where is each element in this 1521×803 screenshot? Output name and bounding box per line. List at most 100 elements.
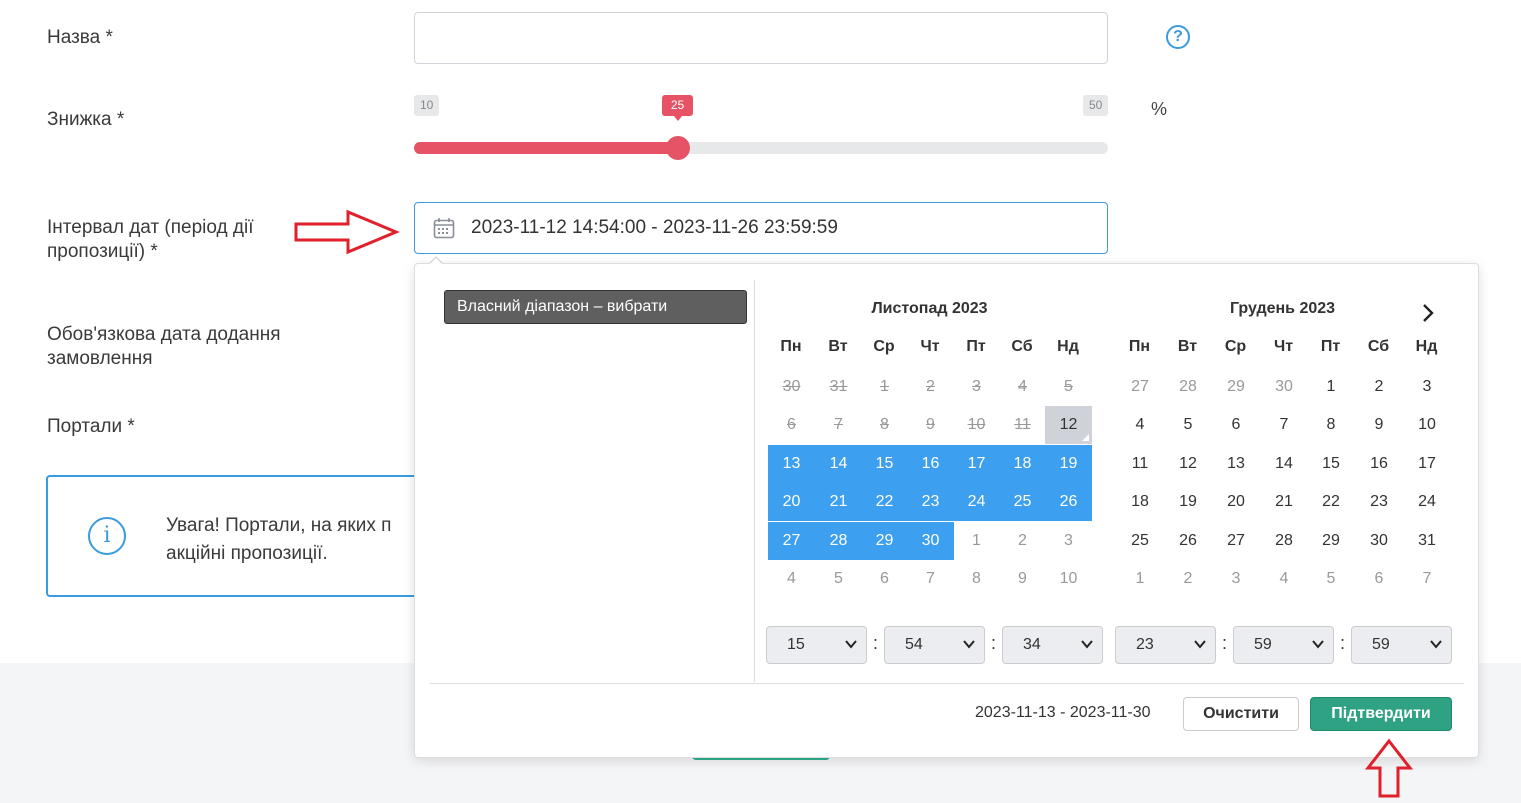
picker-divider-horizontal xyxy=(430,683,1464,684)
calendar-day[interactable]: 3 xyxy=(1045,522,1092,560)
calendar-day[interactable]: 27 xyxy=(1116,368,1164,406)
calendar-day[interactable]: 15 xyxy=(1307,445,1355,483)
calendar-day: 5 xyxy=(1064,378,1073,395)
calendar-day[interactable]: 29 xyxy=(1307,522,1355,560)
calendar-day[interactable]: 25 xyxy=(1116,522,1164,560)
slider-value-bubble: 25 xyxy=(662,95,693,121)
calendar-day[interactable]: 11 xyxy=(1116,445,1164,483)
calendar-day[interactable]: 25 xyxy=(999,483,1046,521)
calendar-day[interactable]: 28 xyxy=(1260,522,1308,560)
calendar-day[interactable]: 15 xyxy=(861,445,908,483)
calendar-day[interactable]: 5 xyxy=(1307,560,1355,598)
weekday-header: Ср xyxy=(873,338,895,355)
start-second-select[interactable]: 34 xyxy=(1002,626,1103,664)
calendar-day[interactable]: 20 xyxy=(1212,483,1260,521)
end-second-select[interactable]: 59 xyxy=(1351,626,1452,664)
calendar-day[interactable]: 5 xyxy=(1164,406,1212,444)
name-input[interactable] xyxy=(414,12,1108,64)
calendar-day[interactable]: 27 xyxy=(1212,522,1260,560)
end-hour-select[interactable]: 23 xyxy=(1115,626,1216,664)
calendar-day[interactable]: 12 xyxy=(1045,406,1092,444)
calendar-day[interactable]: 18 xyxy=(1116,483,1164,521)
help-icon[interactable]: ? xyxy=(1166,25,1190,49)
calendar-day[interactable]: 13 xyxy=(1212,445,1260,483)
calendar-day[interactable]: 7 xyxy=(907,560,954,598)
calendar-day[interactable]: 6 xyxy=(861,560,908,598)
calendar-day[interactable]: 18 xyxy=(999,445,1046,483)
calendar-day[interactable]: 28 xyxy=(815,522,862,560)
calendar-day[interactable]: 26 xyxy=(1045,483,1092,521)
calendar-day[interactable]: 1 xyxy=(953,522,1000,560)
calendar-day[interactable]: 10 xyxy=(1403,406,1451,444)
alert-text: Увага! Портали, на яких п акційні пропоз… xyxy=(166,515,392,564)
calendar-day[interactable]: 8 xyxy=(1307,406,1355,444)
calendar-day[interactable]: 7 xyxy=(1403,560,1451,598)
confirm-button[interactable]: Підтвердити xyxy=(1310,697,1452,731)
calendar-day[interactable]: 23 xyxy=(1355,483,1403,521)
calendar-day[interactable]: 19 xyxy=(1164,483,1212,521)
calendar-day[interactable]: 2 xyxy=(1164,560,1212,598)
calendar-day[interactable]: 16 xyxy=(907,445,954,483)
calendar-day[interactable]: 3 xyxy=(1403,368,1451,406)
time-separator: : xyxy=(1340,633,1346,653)
weekday-header: Сб xyxy=(1011,338,1033,355)
next-month-icon[interactable] xyxy=(1418,301,1438,330)
calendar-day[interactable]: 14 xyxy=(1260,445,1308,483)
calendar-day[interactable]: 22 xyxy=(861,483,908,521)
calendar-day[interactable]: 1 xyxy=(1307,368,1355,406)
calendar-day[interactable]: 29 xyxy=(861,522,908,560)
calendar-day[interactable]: 3 xyxy=(1212,560,1260,598)
date-range-input[interactable]: 2023-11-12 14:54:00 - 2023-11-26 23:59:5… xyxy=(414,202,1108,254)
calendar-day[interactable]: 28 xyxy=(1164,368,1212,406)
calendar-day[interactable]: 2 xyxy=(999,522,1046,560)
start-minute-select[interactable]: 54 xyxy=(884,626,985,664)
start-hour-select[interactable]: 15 xyxy=(766,626,867,664)
month-title-right: Грудень 2023 xyxy=(1229,300,1336,317)
calendar-day[interactable]: 14 xyxy=(815,445,862,483)
end-second-value: 59 xyxy=(1372,636,1390,653)
clear-button[interactable]: Очистити xyxy=(1183,697,1299,731)
custom-range-button[interactable]: Власний діапазон – вибрати xyxy=(444,290,747,324)
calendar-day[interactable]: 9 xyxy=(999,560,1046,598)
calendar-day[interactable]: 24 xyxy=(1403,483,1451,521)
weekday-header: Вт xyxy=(828,338,848,355)
calendar-day[interactable]: 23 xyxy=(907,483,954,521)
calendar-day[interactable]: 20 xyxy=(768,483,815,521)
calendar-day[interactable]: 12 xyxy=(1164,445,1212,483)
calendar-day[interactable]: 6 xyxy=(1212,406,1260,444)
calendar-day[interactable]: 6 xyxy=(1355,560,1403,598)
calendar-day[interactable]: 5 xyxy=(815,560,862,598)
calendar-day[interactable]: 26 xyxy=(1164,522,1212,560)
calendar-day[interactable]: 13 xyxy=(768,445,815,483)
calendar-day[interactable]: 21 xyxy=(1260,483,1308,521)
calendar-day[interactable]: 30 xyxy=(907,522,954,560)
calendar-day[interactable]: 8 xyxy=(953,560,1000,598)
calendar-day[interactable]: 27 xyxy=(768,522,815,560)
calendar-day: 11 xyxy=(1014,416,1031,433)
calendar-day[interactable]: 4 xyxy=(1116,406,1164,444)
calendar-day[interactable]: 22 xyxy=(1307,483,1355,521)
calendar-day[interactable]: 17 xyxy=(1403,445,1451,483)
calendar-day[interactable]: 17 xyxy=(953,445,1000,483)
calendar-day[interactable]: 7 xyxy=(1260,406,1308,444)
calendar-day[interactable]: 1 xyxy=(1116,560,1164,598)
calendar-day[interactable]: 4 xyxy=(768,560,815,598)
calendar-day[interactable]: 30 xyxy=(1260,368,1308,406)
discount-slider-thumb[interactable] xyxy=(666,136,690,160)
calendar-day[interactable]: 29 xyxy=(1212,368,1260,406)
calendar-day[interactable]: 31 xyxy=(1403,522,1451,560)
info-icon: i xyxy=(88,517,126,555)
calendar-day[interactable]: 30 xyxy=(1355,522,1403,560)
end-minute-select[interactable]: 59 xyxy=(1233,626,1334,664)
calendar-day[interactable]: 10 xyxy=(1045,560,1092,598)
calendar-day[interactable]: 21 xyxy=(815,483,862,521)
calendar-day[interactable]: 16 xyxy=(1355,445,1403,483)
slider-max-label: 50 xyxy=(1083,95,1109,116)
time-separator: : xyxy=(991,633,997,653)
calendar-day[interactable]: 19 xyxy=(1045,445,1092,483)
calendar-day[interactable]: 2 xyxy=(1355,368,1403,406)
calendar-day[interactable]: 24 xyxy=(953,483,1000,521)
calendar-day[interactable]: 4 xyxy=(1260,560,1308,598)
calendar-day[interactable]: 9 xyxy=(1355,406,1403,444)
chevron-down-icon xyxy=(1080,627,1094,676)
